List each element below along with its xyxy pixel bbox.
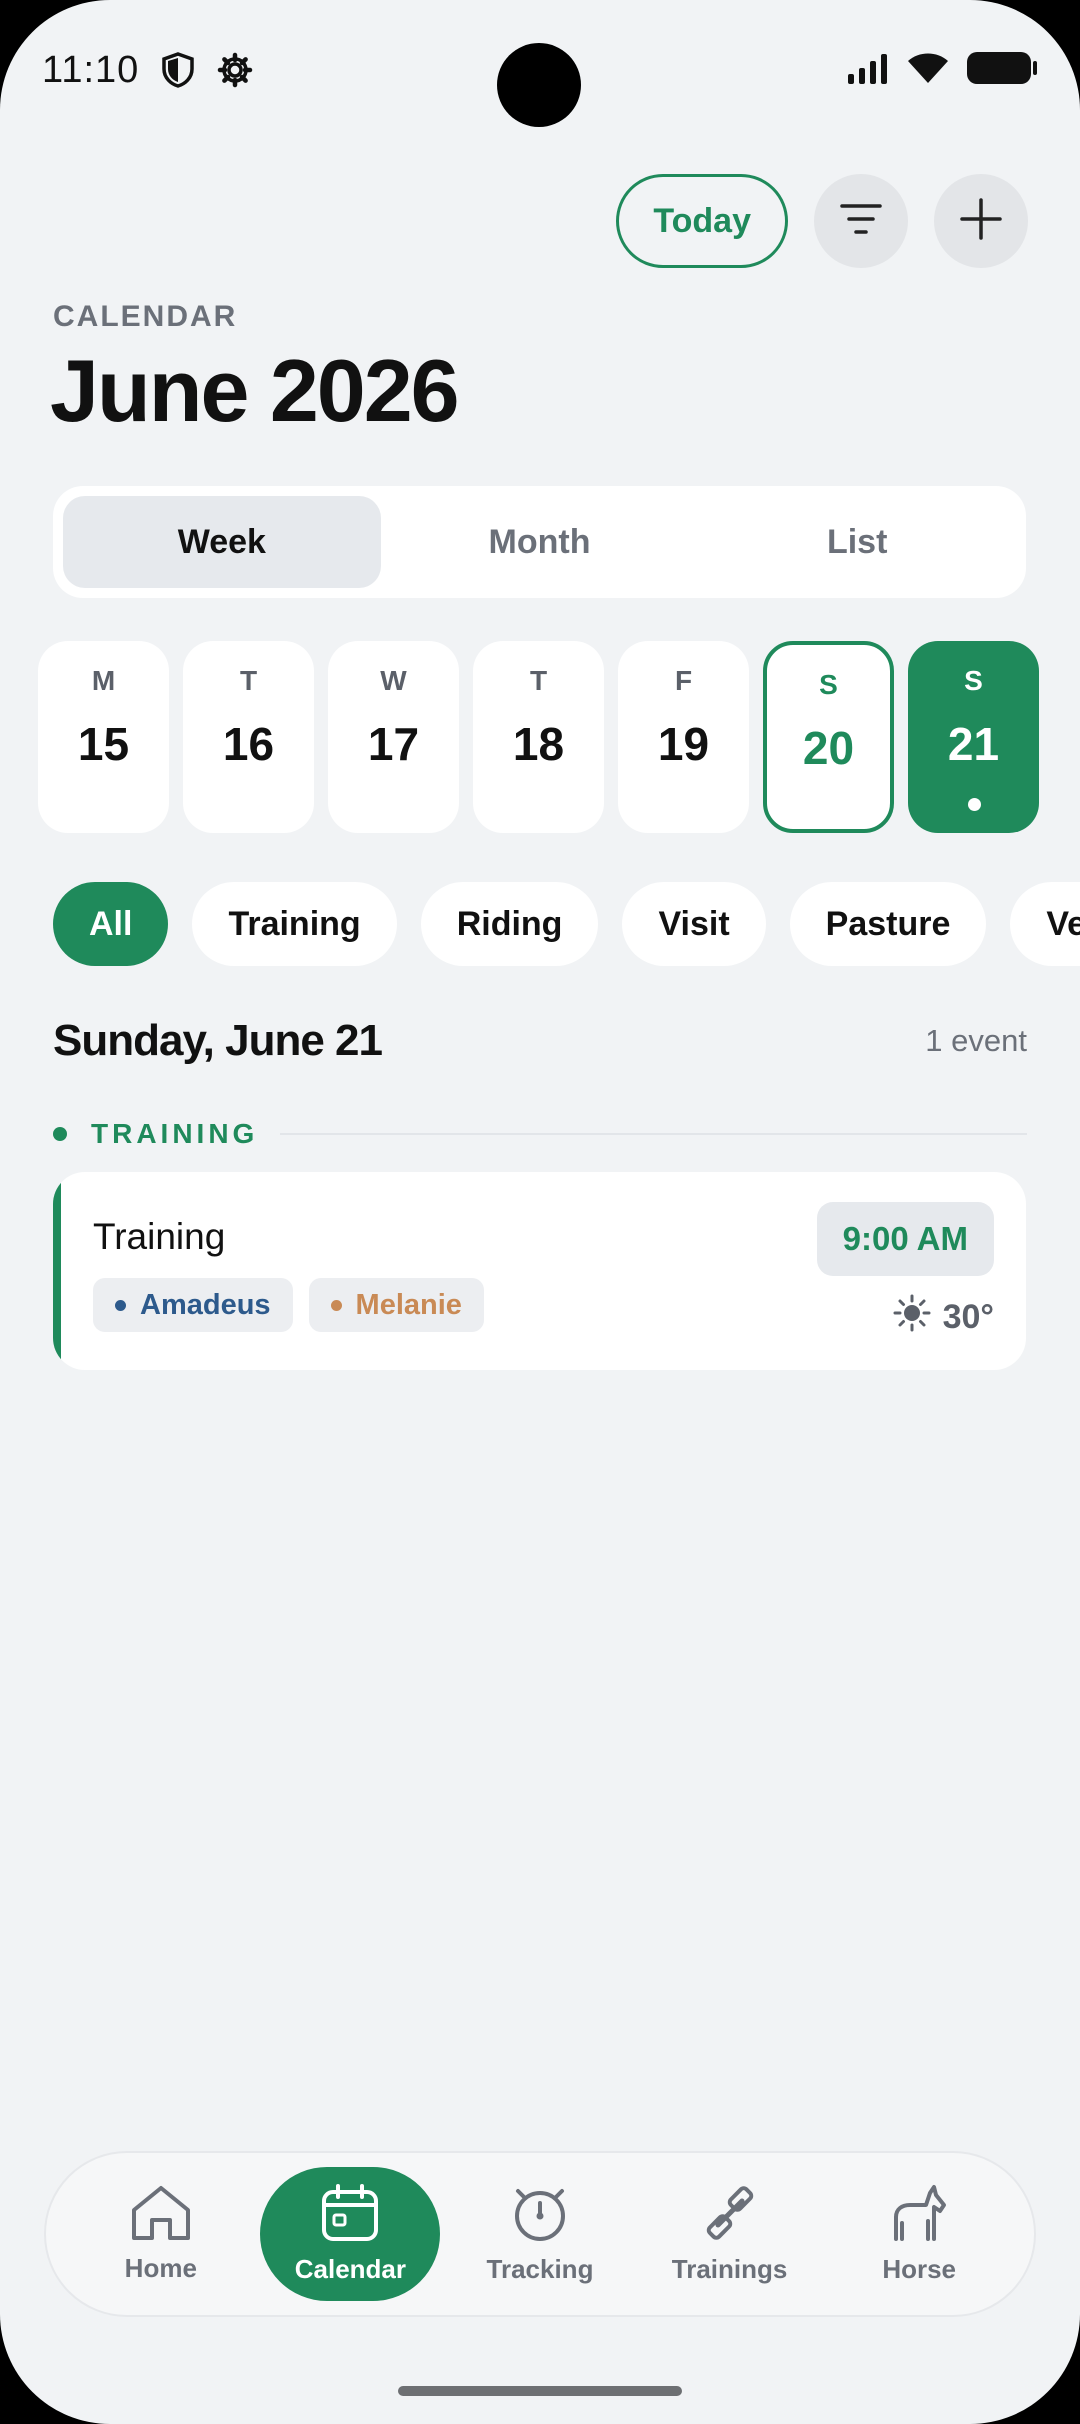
gear-icon [217,52,253,88]
filter-icon [839,201,883,242]
divider [280,1133,1027,1135]
camera-cutout [497,43,581,127]
nav-label: Calendar [294,2254,407,2284]
stopwatch-icon [510,2183,570,2248]
day-number: 15 [77,718,130,770]
tag-dot [115,1299,126,1311]
selected-day-heading: Sunday, June 21 [53,1016,383,1065]
day-header: Sunday, June 21 1 event [53,1016,1027,1066]
filter-chip-ve[interactable]: Ve [1010,882,1080,966]
filter-chip-training[interactable]: Training [192,882,397,966]
sun-icon [893,1294,931,1341]
nav-label: Trainings [671,2254,788,2284]
horse-tag: Amadeus [93,1278,293,1332]
tag-dot [330,1299,342,1311]
tab-month[interactable]: Month [381,496,699,588]
rider-tag: Melanie [308,1278,484,1332]
tab-list[interactable]: List [698,496,1016,588]
tag-label: Amadeus [140,1288,271,1321]
bottom-navigation: Home Calendar Tracking Trainings Horse [44,2151,1036,2317]
tag-label: Melanie [355,1288,462,1321]
day-letter: T [529,665,548,696]
tab-week[interactable]: Week [63,496,381,588]
add-event-button[interactable] [934,174,1028,268]
filter-chip-riding[interactable]: Riding [420,882,599,966]
home-indicator[interactable] [398,2386,682,2396]
filter-chip-all[interactable]: All [53,882,169,966]
day-number: 19 [657,718,710,770]
calendar-icon [320,2183,380,2248]
nav-horse[interactable]: Horse [829,2167,1009,2301]
page-eyebrow: CALENDAR [53,300,238,333]
day-tue[interactable]: T 16 [183,641,314,833]
week-strip: M 15 T 16 W 17 T 18 F 19 S 20 S 21 [38,641,1039,833]
event-accent-bar [53,1172,61,1370]
day-letter: W [380,665,407,696]
dumbbell-icon [700,2183,760,2248]
calendar-screen: 11:10 Today CALENDAR June 2026 Week Mont… [0,0,1080,2424]
day-letter: T [239,665,258,696]
shield-icon [161,52,195,88]
signal-icon [846,52,890,89]
nav-calendar[interactable]: Calendar [260,2167,441,2301]
header-actions: Today [616,174,1028,268]
nav-home[interactable]: Home [71,2167,251,2301]
day-sat-today[interactable]: S 20 [763,641,894,833]
event-indicator-dot [967,798,981,811]
nav-label: Horse [882,2254,957,2284]
horse-icon [888,2183,950,2248]
nav-label: Tracking [486,2254,594,2284]
day-number: 20 [802,722,855,774]
page-title: June 2026 [50,341,460,440]
event-time: 9:00 AM [816,1202,994,1276]
day-mon[interactable]: M 15 [38,641,169,833]
plus-icon [959,197,1003,246]
today-button[interactable]: Today [616,174,788,268]
day-letter: S [964,665,983,696]
day-thu[interactable]: T 18 [473,641,604,833]
day-number: 18 [512,718,565,770]
category-filters: All Training Riding Visit Pasture Ve [53,882,1080,966]
event-title: Training [93,1216,226,1257]
event-card[interactable]: Training Amadeus Melanie 9:00 AM 30° [53,1172,1026,1370]
event-count: 1 event [925,1023,1027,1058]
wifi-icon [906,51,950,90]
nav-trainings[interactable]: Trainings [640,2167,820,2301]
filter-button[interactable] [814,174,908,268]
day-sun-selected[interactable]: S 21 [908,641,1039,833]
day-letter: M [91,665,116,696]
home-icon [130,2184,192,2247]
day-letter: S [819,669,838,700]
nav-tracking[interactable]: Tracking [450,2167,630,2301]
day-wed[interactable]: W 17 [328,641,459,833]
battery-icon [966,51,1038,90]
filter-chip-visit[interactable]: Visit [622,882,766,966]
group-dot [53,1127,67,1141]
group-label: TRAINING [91,1118,259,1149]
view-switcher: Week Month List [53,486,1026,598]
day-letter: F [674,665,693,696]
status-time: 11:10 [42,48,140,91]
day-number: 16 [222,718,275,770]
weather: 30° [893,1294,994,1341]
filter-chip-pasture[interactable]: Pasture [789,882,987,966]
temperature: 30° [942,1298,994,1336]
day-number: 21 [947,718,1000,770]
day-number: 17 [367,718,420,770]
nav-label: Home [124,2253,197,2283]
day-fri[interactable]: F 19 [618,641,749,833]
event-tags: Amadeus Melanie [93,1278,484,1332]
group-header-training: TRAINING [53,1118,1027,1150]
